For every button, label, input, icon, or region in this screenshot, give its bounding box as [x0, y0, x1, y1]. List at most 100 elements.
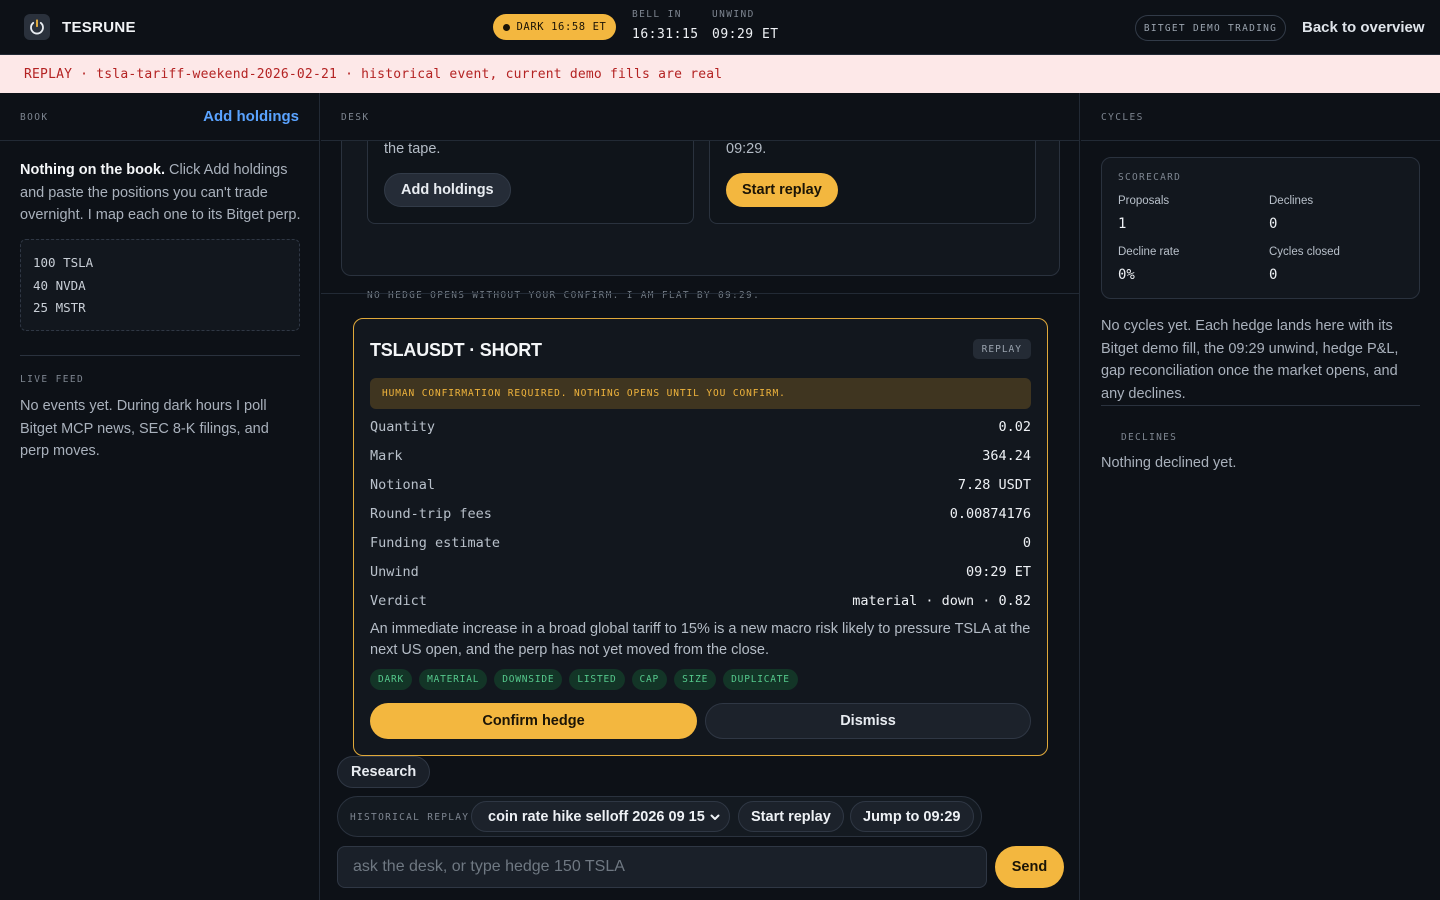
- intro-card-text: 09:29.: [726, 141, 767, 157]
- replay-banner-text: REPLAY · tsla-tariff-weekend-2026-02-21 …: [24, 66, 723, 82]
- declines-title: DECLINES: [1121, 432, 1178, 443]
- proposal-row-funding: Funding estimate 0: [370, 533, 1031, 553]
- replay-scenario-select[interactable]: coin rate hike selloff 2026 09 15: [471, 801, 730, 832]
- confirm-hedge-button[interactable]: Confirm hedge: [370, 703, 697, 739]
- stat-decline-rate: Decline rate 0%: [1118, 246, 1258, 283]
- ask-desk-input[interactable]: [337, 846, 987, 888]
- desk-intro: the tape. Add holdings 09:29. Start repl…: [341, 141, 1060, 301]
- status-dot-icon: [502, 23, 510, 31]
- bell-value: 16:31:15: [632, 27, 699, 42]
- row-value: 364.24: [982, 448, 1031, 464]
- replay-badge: REPLAY: [972, 339, 1031, 359]
- stat-label: Declines: [1269, 195, 1314, 207]
- historical-replay-label: HISTORICAL REPLAY: [350, 812, 470, 823]
- book-panel: BOOK Add holdings Nothing on the book. C…: [0, 93, 320, 900]
- add-holdings-link[interactable]: Add holdings: [203, 108, 299, 125]
- historical-replay-bar: HISTORICAL REPLAY coin rate hike selloff…: [337, 796, 982, 837]
- row-label: Unwind: [370, 564, 419, 580]
- research-button[interactable]: Research: [337, 756, 431, 788]
- intro-card-text: the tape.: [384, 141, 441, 157]
- start-replay-button-2[interactable]: Start replay: [738, 801, 844, 832]
- stat-value: 0: [1269, 267, 1278, 283]
- tag-material: MATERIAL: [419, 669, 488, 690]
- cycles-header: CYCLES: [1081, 93, 1440, 141]
- brand-name: TESRUNE: [62, 19, 136, 36]
- scorecard: SCORECARD Proposals 1 Declines 0 Decline…: [1101, 157, 1420, 299]
- book-title: BOOK: [20, 112, 49, 123]
- unwind-label: UNWIND: [712, 9, 755, 20]
- row-value: material · down · 0.82: [852, 593, 1031, 609]
- stat-label: Proposals: [1118, 195, 1170, 207]
- intro-card-holdings: the tape. Add holdings: [367, 141, 694, 224]
- unwind-value: 09:29 ET: [712, 27, 779, 42]
- session-status-text: DARK 16:58 ET: [516, 21, 607, 33]
- replay-scenario-value: coin rate hike selloff 2026 09 15: [488, 808, 705, 825]
- row-value: 0.00874176: [949, 506, 1031, 522]
- bell-label: BELL IN: [632, 9, 682, 20]
- row-value: 0.02: [998, 419, 1031, 435]
- row-label: Round-trip fees: [370, 506, 492, 522]
- desk-safety-note: NO HEDGE OPENS WITHOUT YOUR CONFIRM. I A…: [367, 290, 761, 301]
- stat-declines: Declines 0: [1269, 195, 1409, 232]
- power-icon: [24, 14, 50, 40]
- confirmation-notice: HUMAN CONFIRMATION REQUIRED. NOTHING OPE…: [370, 378, 1031, 409]
- proposal-title: TSLAUSDT · SHORT: [370, 340, 542, 360]
- stat-label: Cycles closed: [1269, 246, 1340, 258]
- stat-cycles-closed: Cycles closed 0: [1269, 246, 1409, 283]
- desk-title: DESK: [341, 112, 370, 123]
- tag-size: SIZE: [674, 669, 717, 690]
- live-feed-title: LIVE FEED: [20, 374, 85, 385]
- hedge-proposal-card: TSLAUSDT · SHORT REPLAY HUMAN CONFIRMATI…: [353, 318, 1048, 756]
- holding-example-line: 100 TSLA: [33, 255, 94, 270]
- proposal-row-unwind: Unwind 09:29 ET: [370, 562, 1031, 582]
- tag-listed: LISTED: [569, 669, 625, 690]
- stat-value: 0: [1269, 216, 1278, 232]
- scorecard-title: SCORECARD: [1118, 172, 1182, 183]
- row-value: 7.28 USDT: [957, 477, 1031, 493]
- row-label: Funding estimate: [370, 535, 501, 551]
- desk-panel: the tape. Add holdings 09:29. Start repl…: [321, 93, 1080, 900]
- proposal-rationale: An immediate increase in a broad global …: [370, 621, 1031, 658]
- top-bar: TESRUNE DARK 16:58 ET BELL IN 16:31:15 U…: [0, 0, 1440, 55]
- send-button[interactable]: Send: [995, 846, 1064, 888]
- chevron-down-icon: [710, 814, 720, 820]
- cycles-panel: CYCLES SCORECARD Proposals 1 Declines 0 …: [1081, 93, 1440, 900]
- jump-to-unwind-button[interactable]: Jump to 09:29: [850, 801, 974, 832]
- holdings-example: 100 TSLA 40 NVDA 25 MSTR: [20, 239, 300, 331]
- add-holdings-button[interactable]: Add holdings: [384, 173, 511, 207]
- row-label: Mark: [370, 448, 403, 464]
- stat-label: Decline rate: [1118, 246, 1180, 258]
- unwind-time: UNWIND 09:29 ET: [712, 9, 779, 42]
- tag-duplicate: DUPLICATE: [723, 669, 798, 690]
- proposal-tags: DARK MATERIAL DOWNSIDE LISTED CAP SIZE D…: [370, 669, 798, 690]
- desk-header: DESK: [321, 93, 1079, 141]
- cycles-title: CYCLES: [1101, 112, 1144, 123]
- divider: [1101, 405, 1420, 406]
- replay-banner: REPLAY · tsla-tariff-weekend-2026-02-21 …: [0, 55, 1440, 93]
- holding-example-line: 40 NVDA: [33, 277, 86, 293]
- book-empty-strong: Nothing on the book.: [20, 162, 165, 178]
- book-empty-message: Nothing on the book. Click Add holdings …: [20, 159, 305, 227]
- stat-proposals: Proposals 1: [1118, 195, 1258, 232]
- divider: [20, 355, 300, 356]
- row-label: Quantity: [370, 419, 436, 435]
- back-to-overview-link[interactable]: Back to overview: [1302, 19, 1425, 36]
- dismiss-button[interactable]: Dismiss: [705, 703, 1031, 739]
- tag-cap: CAP: [631, 669, 668, 690]
- tag-dark: DARK: [370, 669, 413, 690]
- proposal-row-quantity: Quantity 0.02: [370, 417, 1031, 437]
- book-header: BOOK Add holdings: [0, 93, 319, 141]
- start-replay-button[interactable]: Start replay: [726, 173, 838, 207]
- row-value: 09:29 ET: [965, 564, 1031, 580]
- declines-empty-text: Nothing declined yet.: [1101, 455, 1237, 471]
- demo-trading-badge: BITGET DEMO TRADING: [1135, 15, 1286, 41]
- cycles-empty-text: No cycles yet. Each hedge lands here wit…: [1101, 318, 1399, 402]
- holding-example-line: 25 MSTR: [33, 300, 86, 315]
- divider: [321, 293, 1079, 294]
- row-value: 0: [1022, 535, 1031, 551]
- proposal-row-fees: Round-trip fees 0.00874176: [370, 504, 1031, 524]
- stat-value: 0%: [1118, 267, 1135, 283]
- proposal-row-notional: Notional 7.28 USDT: [370, 475, 1031, 495]
- stat-value: 1: [1118, 216, 1127, 232]
- row-label: Notional: [370, 477, 436, 493]
